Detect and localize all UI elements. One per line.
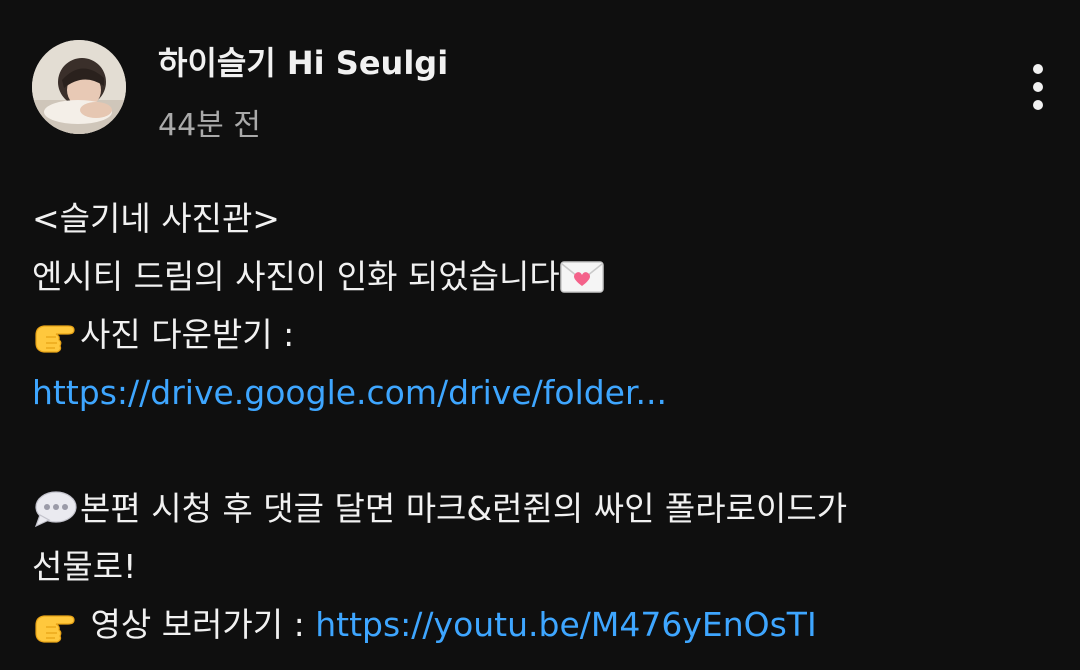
- post-text: 영상 보러가기 :: [80, 605, 316, 644]
- post-line: 선물로!: [32, 538, 1052, 596]
- channel-avatar[interactable]: [32, 40, 126, 134]
- post-text: 본편 시청 후 댓글 달면 마크&런쥔의 싸인 폴라로이드가: [80, 489, 848, 528]
- post-line: 영상 보러가기 : https://youtu.be/M476yEnOsTI: [32, 596, 1052, 654]
- pointing-right-emoji-icon: [32, 605, 78, 645]
- more-vert-icon[interactable]: [1016, 58, 1060, 116]
- youtube-link[interactable]: https://youtu.be/M476yEnOsTI: [315, 596, 816, 654]
- menu-dot: [1033, 64, 1043, 74]
- post-line: 엔시티 드림의 사진이 인화 되었습니다: [32, 248, 1052, 306]
- post-body: <슬기네 사진관> 엔시티 드림의 사진이 인화 되었습니다 사진 다운받기 :…: [32, 190, 1052, 654]
- post-line: https://drive.google.com/drive/folder...: [32, 364, 1052, 422]
- post-header: 하이슬기 Hi Seulgi 44분 전: [0, 0, 1080, 160]
- love-letter-emoji-icon: [559, 260, 604, 294]
- menu-dot: [1033, 100, 1043, 110]
- post-text: 선물로!: [32, 547, 137, 586]
- post-line: <슬기네 사진관>: [32, 190, 1052, 248]
- speech-balloon-emoji-icon: [32, 489, 78, 529]
- post-line: 본편 시청 후 댓글 달면 마크&런쥔의 싸인 폴라로이드가: [32, 480, 1052, 538]
- post-line: 사진 다운받기 :: [32, 306, 1052, 364]
- pointing-right-emoji-icon: [32, 315, 78, 355]
- avatar-photo-icon: [32, 40, 126, 134]
- post-text: 엔시티 드림의 사진이 인화 되었습니다: [32, 257, 560, 296]
- drive-link[interactable]: https://drive.google.com/drive/folder...: [32, 364, 667, 422]
- post-text: 사진 다운받기 :: [80, 315, 295, 354]
- post-time: 44분 전: [158, 108, 261, 143]
- channel-name[interactable]: 하이슬기 Hi Seulgi: [158, 38, 448, 84]
- post-text: <슬기네 사진관>: [32, 199, 280, 238]
- menu-dot: [1033, 82, 1043, 92]
